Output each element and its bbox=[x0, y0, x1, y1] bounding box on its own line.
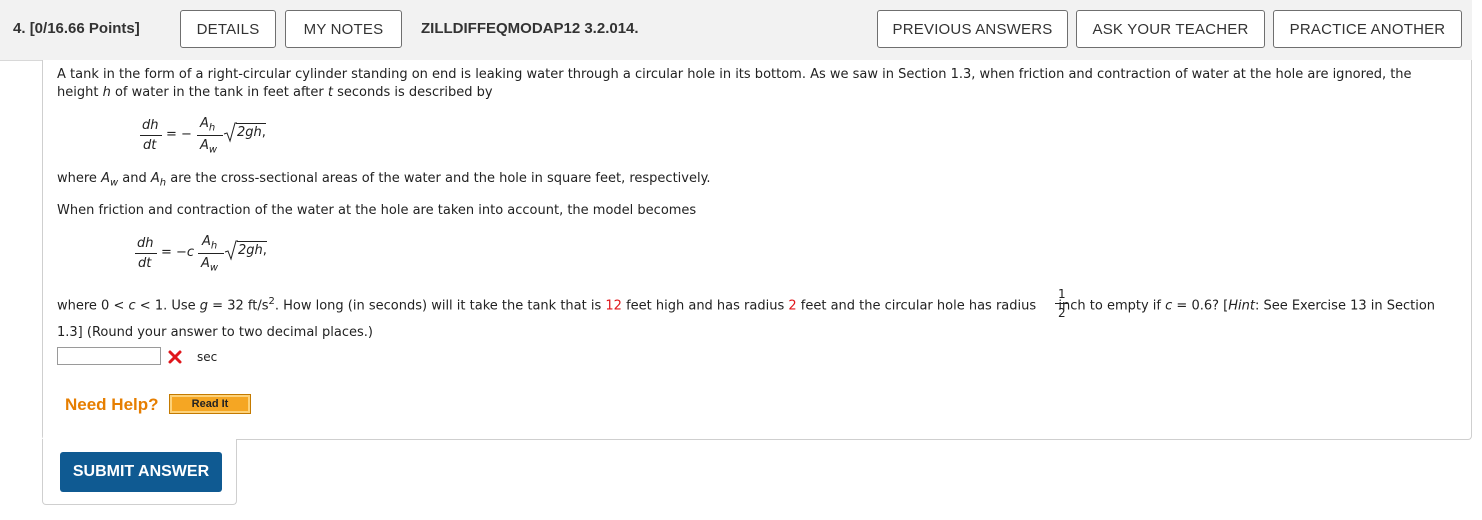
eq1-equals: = − bbox=[166, 127, 192, 142]
eq2-radicand: 2gh, bbox=[238, 243, 267, 258]
hole-radius-numerator: 1 bbox=[1058, 287, 1066, 301]
friction-line: When friction and contraction of the wat… bbox=[57, 203, 697, 218]
answer-unit: sec bbox=[197, 350, 218, 364]
eq1-dh: dh bbox=[142, 118, 159, 133]
eq1-aw: Aw bbox=[200, 138, 218, 156]
ask-your-teacher-button[interactable]: ASK YOUR TEACHER bbox=[1076, 10, 1265, 48]
red-x-icon bbox=[168, 350, 182, 364]
question-header: 4. [0/16.66 Points] DETAILS MY NOTES ZIL… bbox=[0, 0, 1472, 61]
eq2-aw: Aw bbox=[201, 256, 219, 274]
eq2-dt: dt bbox=[138, 256, 152, 271]
question-line: where 0 < c < 1. Use g = 32 ft/s2. How l… bbox=[57, 296, 1436, 314]
details-button[interactable]: DETAILS bbox=[180, 10, 276, 48]
eq2-equals: = −c bbox=[161, 245, 195, 260]
hole-radius-denominator: 2 bbox=[1058, 306, 1066, 320]
practice-another-button[interactable]: PRACTICE ANOTHER bbox=[1273, 10, 1462, 48]
question-id: ZILLDIFFEQMODAP12 3.2.014. bbox=[421, 20, 639, 37]
rounding-instruction: 1.3] (Round your answer to two decimal p… bbox=[57, 325, 373, 340]
where-areas-line: where Aw and Ah are the cross-sectional … bbox=[57, 171, 711, 189]
read-it-button[interactable]: Read It bbox=[169, 394, 251, 414]
eq2-ah: Ah bbox=[202, 234, 218, 252]
tank-radius-value: 2 bbox=[788, 298, 797, 314]
eq2-dh: dh bbox=[137, 236, 154, 251]
previous-answers-button[interactable]: PREVIOUS ANSWERS bbox=[877, 10, 1068, 48]
question-number: 4. [0/16.66 Points] bbox=[13, 20, 140, 37]
tank-height-value: 12 bbox=[605, 298, 622, 314]
problem-intro-line-1: A tank in the form of a right-circular c… bbox=[57, 67, 1412, 82]
eq1-ah: Ah bbox=[200, 116, 216, 134]
my-notes-button[interactable]: MY NOTES bbox=[285, 10, 402, 48]
problem-intro-line-2: height h of water in the tank in feet af… bbox=[57, 85, 493, 100]
need-help-label: Need Help? bbox=[65, 395, 159, 414]
submit-answer-button[interactable]: SUBMIT ANSWER bbox=[60, 452, 222, 492]
answer-input[interactable] bbox=[57, 347, 161, 365]
eq1-radicand: 2gh, bbox=[237, 125, 266, 140]
eq1-dt: dt bbox=[143, 138, 157, 153]
points-label: [0/16.66 Points] bbox=[29, 20, 140, 37]
sqrt-icon bbox=[224, 240, 238, 261]
sqrt-icon bbox=[223, 122, 237, 143]
